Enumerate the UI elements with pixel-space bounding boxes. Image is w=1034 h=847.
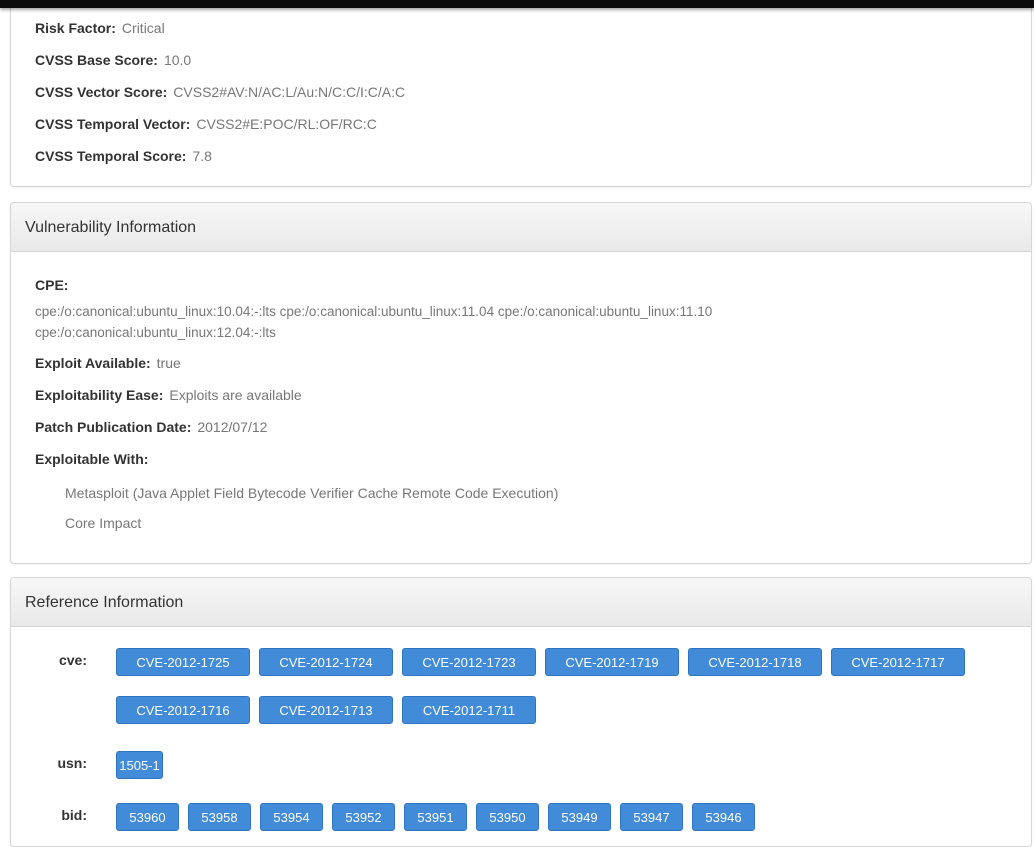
usn-label: usn:: [57, 755, 87, 771]
reference-information-panel: Reference Information cve: CVE-2012-1725…: [10, 577, 1032, 847]
cpe-value-line: cpe:/o:canonical:ubuntu_linux:10.04:-:lt…: [35, 304, 713, 319]
patch-publication-date-label: Patch Publication Date:: [35, 419, 192, 435]
cvss-temporal-score-value: 7.8: [192, 148, 212, 164]
cve-link[interactable]: CVE-2012-1718: [688, 648, 822, 676]
exploitable-with-item: Core Impact: [65, 515, 142, 531]
bid-link[interactable]: 53952: [332, 803, 395, 831]
top-bar: [0, 0, 1034, 8]
cve-link[interactable]: CVE-2012-1725: [116, 648, 250, 676]
cvss-temporal-score-row: CVSS Temporal Score: 7.8: [35, 148, 212, 164]
exploitability-ease-label: Exploitability Ease:: [35, 387, 164, 403]
cve-label: cve:: [58, 652, 87, 668]
exploit-available-value: true: [156, 355, 181, 371]
bid-link[interactable]: 53951: [404, 803, 467, 831]
cvss-base-label: CVSS Base Score:: [35, 52, 158, 68]
exploitable-with-row: Exploitable With:: [35, 451, 154, 467]
cpe-label: CPE:: [35, 277, 69, 293]
risk-factor-label: Risk Factor:: [35, 20, 116, 36]
cpe-value-line: cpe:/o:canonical:ubuntu_linux:12.04:-:lt…: [35, 325, 276, 340]
exploitable-with-item: Metasploit (Java Applet Field Bytecode V…: [65, 485, 559, 501]
cpe-row: CPE:: [35, 277, 74, 293]
cvss-temporal-vector-value: CVSS2#E:POC/RL:OF/RC:C: [196, 116, 377, 132]
exploitability-ease-value: Exploits are available: [169, 387, 302, 403]
cve-link[interactable]: CVE-2012-1711: [402, 696, 536, 724]
cpe-values: cpe:/o:canonical:ubuntu_linux:10.04:-:lt…: [35, 301, 995, 343]
cvss-temporal-score-label: CVSS Temporal Score:: [35, 148, 187, 164]
cvss-temporal-vector-row: CVSS Temporal Vector: CVSS2#E:POC/RL:OF/R…: [35, 116, 377, 132]
cve-link[interactable]: CVE-2012-1724: [259, 648, 393, 676]
exploitability-ease-row: Exploitability Ease: Exploits are availab…: [35, 387, 302, 403]
bid-link[interactable]: 53958: [188, 803, 251, 831]
cve-link[interactable]: CVE-2012-1723: [402, 648, 536, 676]
risk-factor-value: Critical: [121, 20, 165, 36]
exploitable-with-label: Exploitable With:: [35, 451, 149, 467]
bid-link[interactable]: 53947: [620, 803, 683, 831]
cvss-temporal-vector-label: CVSS Temporal Vector:: [35, 116, 191, 132]
cve-link[interactable]: CVE-2012-1719: [545, 648, 679, 676]
bid-link[interactable]: 53950: [476, 803, 539, 831]
bid-link[interactable]: 53960: [116, 803, 179, 831]
cvss-base-row: CVSS Base Score: 10.0: [35, 52, 191, 68]
cve-link[interactable]: CVE-2012-1713: [259, 696, 393, 724]
vulnerability-information-panel: Vulnerability Information CPE: cpe:/o:ca…: [10, 202, 1032, 564]
cvss-vector-value: CVSS2#AV:N/AC:L/Au:N/C:C/I:C/A:C: [173, 84, 406, 100]
bid-label: bid:: [61, 807, 87, 823]
bid-link[interactable]: 53946: [692, 803, 755, 831]
exploit-available-row: Exploit Available: true: [35, 355, 181, 371]
risk-information-panel: Risk Factor: Critical CVSS Base Score: 10.…: [10, 0, 1032, 187]
patch-publication-date-row: Patch Publication Date: 2012/07/12: [35, 419, 267, 435]
cvss-vector-label: CVSS Vector Score:: [35, 84, 168, 100]
exploit-available-label: Exploit Available:: [35, 355, 151, 371]
usn-link[interactable]: 1505-1: [116, 751, 163, 779]
cvss-vector-row: CVSS Vector Score: CVSS2#AV:N/AC:L/Au:N/C…: [35, 84, 405, 100]
patch-publication-date-value: 2012/07/12: [197, 419, 268, 435]
reference-information-header[interactable]: Reference Information: [11, 578, 1031, 627]
risk-factor-row: Risk Factor: Critical: [35, 20, 165, 36]
cve-link[interactable]: CVE-2012-1717: [831, 648, 965, 676]
bid-link[interactable]: 53949: [548, 803, 611, 831]
cvss-base-value: 10.0: [163, 52, 192, 68]
vulnerability-information-header[interactable]: Vulnerability Information: [11, 203, 1031, 252]
bid-link[interactable]: 53954: [260, 803, 323, 831]
cve-link[interactable]: CVE-2012-1716: [116, 696, 250, 724]
